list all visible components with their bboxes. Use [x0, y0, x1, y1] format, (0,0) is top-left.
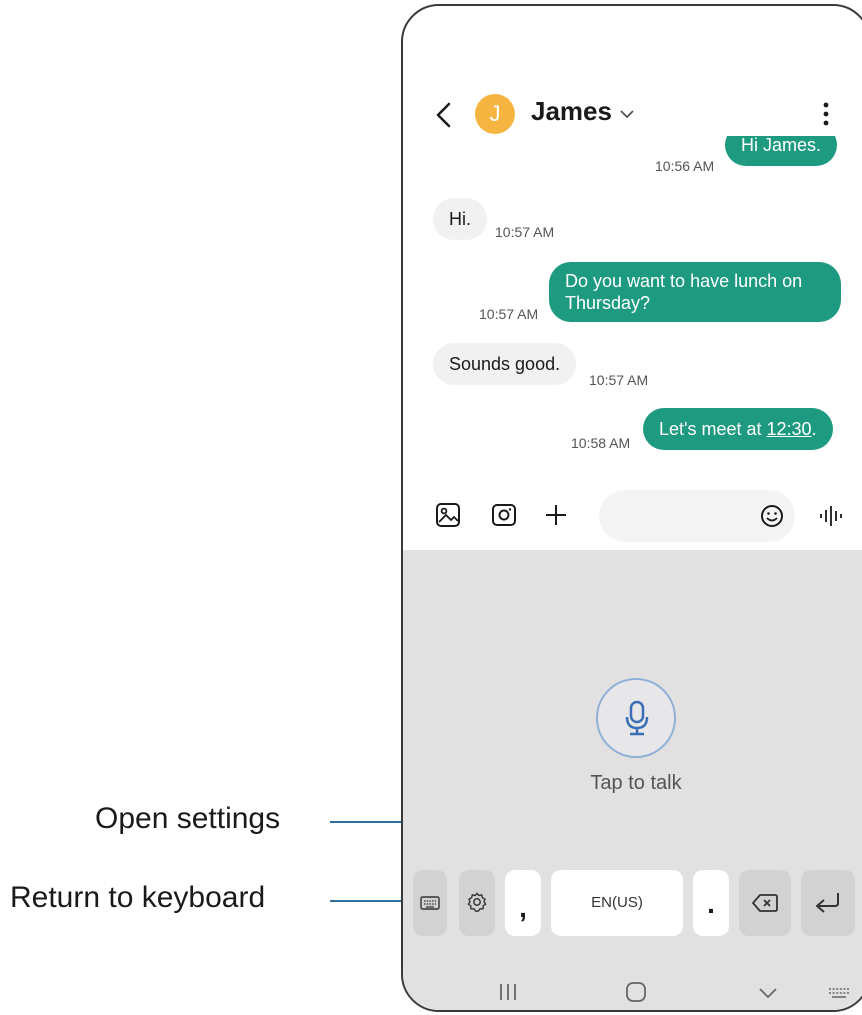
phone-frame: J James Hi James. 10:56 AM Hi. 10:57 AM …: [401, 4, 862, 1012]
contact-avatar[interactable]: J: [475, 94, 515, 134]
message-time: 10:57 AM: [589, 372, 649, 388]
comma-key[interactable]: ,: [505, 870, 541, 936]
space-key[interactable]: EN(US): [551, 870, 683, 936]
home-icon[interactable]: [625, 981, 647, 1003]
navigation-bar: [403, 966, 862, 1010]
message-bubble-outgoing[interactable]: Do you want to have lunch on Thursday?: [549, 262, 841, 322]
message-time: 10:57 AM: [495, 224, 555, 240]
message-bubble-outgoing[interactable]: Hi James.: [725, 136, 838, 166]
message-bubble-incoming[interactable]: Sounds good.: [433, 343, 577, 385]
voice-wave-icon[interactable]: [817, 503, 843, 529]
period-key[interactable]: .: [693, 870, 729, 936]
backspace-key[interactable]: [739, 870, 791, 936]
message-composer: [403, 486, 862, 550]
recent-apps-icon[interactable]: [498, 982, 518, 1002]
enter-key[interactable]: [801, 870, 855, 936]
backspace-icon: [752, 894, 778, 912]
gear-icon: [467, 892, 487, 912]
tap-to-talk-button[interactable]: [596, 678, 676, 758]
keyboard-icon: [420, 896, 440, 910]
keyboard-switch-icon[interactable]: [827, 986, 851, 1000]
contact-name[interactable]: James: [531, 96, 612, 127]
time-link[interactable]: 12:30: [767, 419, 812, 439]
chevron-down-icon[interactable]: [619, 108, 635, 120]
return-to-keyboard-key[interactable]: [413, 870, 447, 936]
message-bubble-outgoing[interactable]: Let's meet at 12:30.: [643, 408, 833, 450]
tap-to-talk-label: Tap to talk: [590, 772, 682, 794]
plus-icon[interactable]: [543, 502, 569, 528]
message-time: 10:57 AM: [479, 306, 539, 322]
back-arrow-icon[interactable]: [429, 98, 459, 132]
voice-input-panel: Tap to talk , EN(US) .: [403, 550, 862, 1010]
message-time: 10:58 AM: [571, 435, 631, 451]
message-time: 10:56 AM: [655, 158, 715, 174]
message-list[interactable]: Hi James. 10:56 AM Hi. 10:57 AM Do you w…: [403, 136, 862, 486]
callout-open-settings: Open settings: [95, 802, 281, 835]
enter-icon: [816, 893, 839, 913]
callout-return-to-keyboard: Return to keyboard: [10, 881, 266, 914]
gallery-icon[interactable]: [435, 502, 461, 528]
microphone-icon: [625, 700, 649, 736]
emoji-icon[interactable]: [759, 503, 785, 529]
chevron-down-icon[interactable]: [757, 986, 779, 1000]
more-options-icon[interactable]: [821, 98, 831, 130]
camera-icon[interactable]: [491, 502, 517, 528]
settings-key[interactable]: [459, 870, 495, 936]
message-bubble-incoming[interactable]: Hi.: [433, 198, 487, 240]
chat-header: J James: [403, 84, 862, 144]
